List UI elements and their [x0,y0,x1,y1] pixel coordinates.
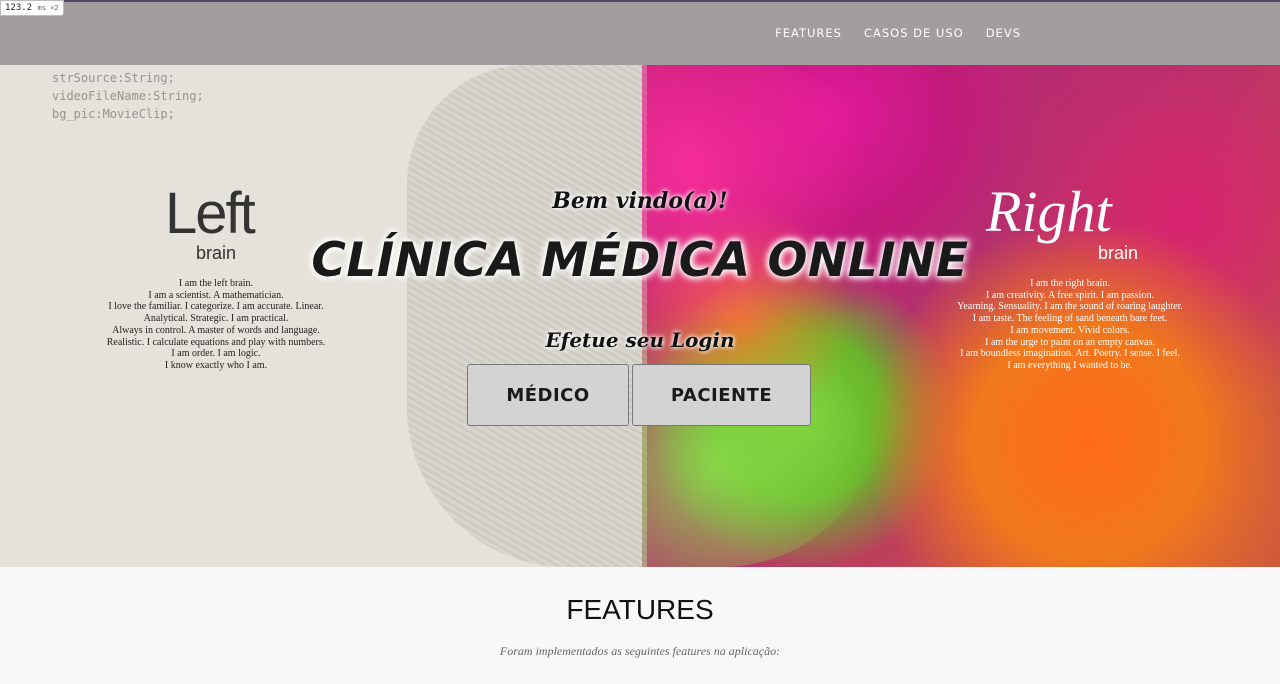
right-brain-line: I am taste. The feeling of sand beneath … [972,313,1168,325]
right-brain-line: I am creativity. A free spirit. I am pas… [986,289,1154,301]
nav-link-casos-de-uso[interactable]: CASOS DE USO [864,26,964,40]
top-navbar: FEATURES CASOS DE USO DEVS [0,0,1280,65]
code-line: strSource:String; [52,71,175,85]
medico-login-button[interactable]: MÉDICO [467,364,629,426]
left-brain-line: I love the familiar. I categorize. I am … [108,301,324,313]
code-line: videoFileName:String; [52,89,204,103]
left-brain-illustration [407,65,647,567]
features-section: FEATURES Foram implementados as seguinte… [0,567,1280,684]
left-brain-line: I know exactly who I am. [164,359,268,371]
hero-banner: strSource:String; videoFileName:String; … [0,65,1280,567]
right-brain-illustration [642,65,882,567]
nav-link-devs[interactable]: DEVS [986,26,1021,40]
features-subtitle: Foram implementados as seguintes feature… [499,644,781,658]
perf-value: 123.2 [5,3,33,13]
perf-unit: ms ×2 [37,4,59,12]
welcome-text: Bem vindo(a)! [552,188,728,214]
code-line: bg_pic:MovieClip; [52,107,175,121]
login-prompt: Efetue seu Login [545,328,735,352]
left-brain-line: Analytical. Strategic. I am practical. [143,313,289,325]
code-snippet: strSource:String; videoFileName:String; … [52,69,204,123]
paciente-login-button[interactable]: PACIENTE [632,364,811,426]
right-brain-line: I am everything I wanted to be. [1007,359,1133,371]
left-brain-line: I am a scientist. A mathematician. [148,289,284,301]
page-title: CLÍNICA MÉDICA ONLINE [311,233,969,288]
nav-link-features[interactable]: FEATURES [775,26,842,40]
features-heading: FEATURES [566,594,714,625]
right-brain-line: Yearning. Sensuality. I am the sound of … [957,301,1183,313]
nav-menu: FEATURES CASOS DE USO DEVS [775,26,1021,40]
left-brain-text: I am the left brain. I am a scientist. A… [96,278,336,372]
perf-overlay: 123.2 ms ×2 [0,0,64,16]
right-brain-text: I am the right brain. I am creativity. A… [950,278,1190,372]
